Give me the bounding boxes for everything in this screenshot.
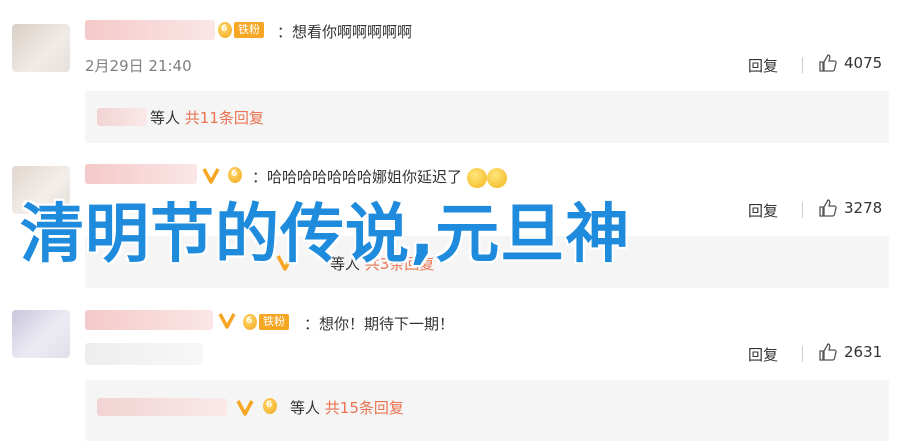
fan-badge — [228, 165, 242, 185]
like-count: 2631 — [844, 343, 883, 361]
verified-v-icon — [218, 313, 236, 329]
thumb-up-icon — [819, 54, 837, 72]
divider — [802, 346, 803, 362]
like-button[interactable]: 2631 — [818, 343, 882, 361]
sub-reply-users-blurred — [97, 398, 227, 416]
sub-reply-count[interactable]: 共11条回复 — [185, 109, 264, 127]
avatar[interactable] — [12, 24, 70, 72]
fan-tag-label: 铁粉 — [234, 22, 264, 38]
divider — [802, 57, 803, 73]
verified-v-icon — [236, 400, 254, 416]
fan-badge-icon — [228, 167, 242, 183]
sub-reply-prefix: 等人 — [150, 109, 181, 127]
sub-reply-count[interactable]: 共15条回复 — [325, 399, 404, 417]
username-blurred[interactable] — [85, 164, 197, 184]
username-blurred[interactable] — [85, 310, 213, 330]
overlay-title: 清明节的传说,元旦神 — [20, 198, 631, 272]
fan-tag-label: 铁粉 — [259, 314, 289, 330]
like-button[interactable]: 4075 — [818, 54, 882, 72]
username-blurred[interactable] — [85, 20, 215, 40]
comment-text: ：想你！期待下一期！ — [304, 315, 455, 333]
reply-button[interactable]: 回复 — [748, 200, 778, 221]
thumb-up-icon — [819, 199, 837, 217]
sub-reply-summary[interactable]: 等人 共15条回复 — [290, 397, 404, 418]
sub-replies-box: 等人 共15条回复 — [85, 380, 889, 441]
fan-badge: 铁粉 — [243, 312, 289, 332]
fan-badge-icon — [263, 398, 277, 414]
avatar[interactable] — [12, 310, 70, 358]
comment-text: ：想看你啊啊啊啊啊 — [277, 23, 413, 41]
reply-button[interactable]: 回复 — [748, 344, 778, 365]
sub-reply-users-blurred — [97, 108, 147, 126]
like-count: 3278 — [844, 199, 883, 217]
time-blurred — [85, 343, 203, 365]
sub-reply-summary[interactable]: 等人 共11条回复 — [150, 107, 264, 128]
fan-badge-icon — [218, 22, 232, 38]
reply-button[interactable]: 回复 — [748, 55, 778, 76]
comment-time: 2月29日 21:40 — [85, 57, 192, 75]
fan-badge-icon — [243, 314, 257, 330]
sub-reply-prefix: 等人 — [290, 399, 321, 417]
verified-v-icon — [202, 168, 220, 184]
like-button[interactable]: 3278 — [818, 199, 882, 217]
thumb-up-icon — [819, 343, 837, 361]
divider — [802, 202, 803, 218]
like-count: 4075 — [844, 54, 883, 72]
fan-badge: 铁粉 — [218, 20, 264, 40]
sub-replies-box: 等人 共11条回复 — [85, 91, 889, 143]
